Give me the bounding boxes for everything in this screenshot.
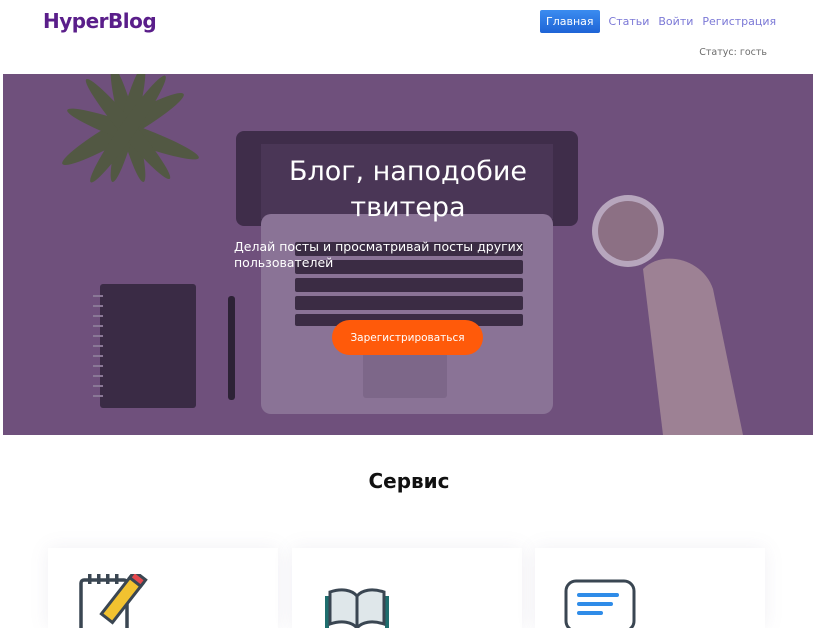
hero-subtitle-line-2: пользователей (234, 255, 334, 270)
hero-title-line-1: Блог, наподобие (288, 156, 528, 187)
main-nav: Главная Статьи Войти Регистрация (540, 9, 785, 33)
hero-title: Блог, наподобие твитера (3, 154, 813, 226)
service-card-3[interactable] (535, 548, 765, 628)
nav-register[interactable]: Регистрация (702, 15, 776, 28)
nav-home[interactable]: Главная (540, 9, 600, 33)
notepad-pencil-icon (79, 574, 148, 628)
hero-banner: Блог, наподобие твитера Делай посты и пр… (3, 74, 813, 435)
hero-subtitle: Делай посты и просматривай посты других … (234, 239, 534, 271)
hero-title-line-2: твитера (350, 192, 466, 223)
nav-login[interactable]: Войти (658, 15, 693, 28)
nav-articles[interactable]: Статьи (609, 15, 650, 28)
header: HyperBlog Главная Статьи Войти Регистрац… (0, 0, 818, 74)
user-status: Статус: гость (699, 47, 767, 58)
service-card-1[interactable] (48, 548, 278, 628)
register-button[interactable]: Зарегистрироваться (332, 320, 483, 355)
hero-subtitle-line-1: Делай посты и просматривай посты других (234, 239, 524, 254)
chat-bubble-icon (564, 579, 636, 628)
logo[interactable]: HyperBlog (43, 9, 157, 33)
service-card-2[interactable] (292, 548, 522, 628)
services-heading: Сервис (368, 469, 450, 493)
open-book-icon (325, 588, 389, 628)
